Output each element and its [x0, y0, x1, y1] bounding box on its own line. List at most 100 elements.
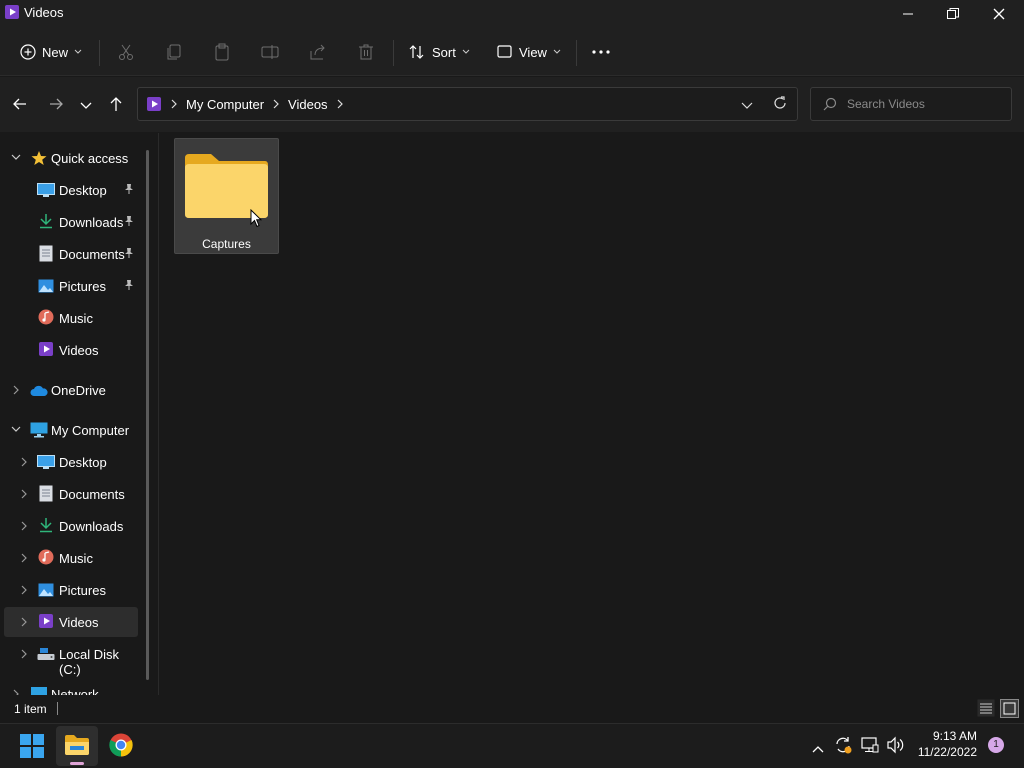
nav-quick-pictures[interactable]: Pictures	[4, 271, 138, 301]
address-bar[interactable]: My Computer Videos	[137, 87, 798, 121]
file-explorer-icon	[65, 735, 89, 755]
mouse-cursor	[250, 208, 263, 233]
sort-button[interactable]: Sort	[408, 36, 470, 68]
share-button[interactable]	[309, 36, 327, 68]
cut-button[interactable]	[117, 36, 135, 68]
nav-computer-documents[interactable]: Documents	[4, 479, 138, 509]
view-icon	[497, 45, 512, 58]
chevron-right-icon	[18, 584, 30, 596]
divider	[99, 40, 100, 66]
paste-icon	[215, 43, 229, 61]
details-view-button[interactable]	[977, 699, 995, 720]
nav-label: Videos	[59, 615, 99, 630]
notification-badge[interactable]: 1	[988, 737, 1004, 753]
refresh-button[interactable]	[773, 96, 787, 113]
restore-button[interactable]	[930, 0, 976, 28]
show-hidden-icons-button[interactable]	[812, 740, 824, 758]
chevron-right-icon	[18, 520, 30, 532]
nav-label: Desktop	[59, 183, 107, 198]
view-label: View	[519, 44, 547, 60]
divider	[576, 40, 577, 66]
copy-icon	[167, 44, 181, 60]
see-more-button[interactable]	[592, 36, 610, 68]
share-icon	[310, 44, 325, 60]
back-icon	[13, 98, 26, 110]
pictures-icon	[37, 581, 55, 599]
disk-icon	[37, 645, 55, 663]
chevron-down-icon	[10, 424, 22, 436]
nav-computer-videos[interactable]: Videos	[4, 607, 138, 637]
download-icon	[37, 516, 55, 534]
large-icons-view-button[interactable]	[1000, 699, 1019, 721]
desktop-icon	[37, 453, 55, 471]
nav-computer-pictures[interactable]: Pictures	[4, 575, 138, 605]
nav-quick-documents[interactable]: Documents	[4, 239, 138, 269]
nav-computer-local-disk[interactable]: Local Disk (C:)	[4, 639, 138, 677]
nav-quick-downloads[interactable]: Downloads	[4, 207, 138, 237]
window-title: Videos	[24, 5, 64, 20]
clock-time[interactable]: 9:13 AM	[915, 729, 977, 743]
refresh-icon	[774, 96, 786, 109]
nav-label: Pictures	[59, 279, 106, 294]
nav-quick-videos[interactable]: Videos	[4, 335, 138, 365]
status-bar: 1 item	[0, 695, 1024, 723]
pin-icon	[124, 183, 134, 198]
title-bar: Videos	[0, 0, 1024, 28]
start-button[interactable]	[20, 734, 44, 763]
nav-onedrive[interactable]: OneDrive	[4, 375, 138, 405]
chevron-down-icon	[10, 152, 22, 164]
nav-label: Documents	[59, 247, 125, 262]
music-icon	[37, 548, 55, 566]
breadcrumb-my-computer[interactable]: My Computer	[186, 97, 264, 112]
nav-quick-music[interactable]: Music	[4, 303, 138, 333]
divider	[393, 40, 394, 66]
minimize-button[interactable]	[885, 0, 931, 28]
nav-label: Network	[51, 687, 99, 695]
nav-computer-desktop[interactable]: Desktop	[4, 447, 138, 477]
network-tray-icon[interactable]	[861, 736, 879, 759]
sync-tray-icon[interactable]	[834, 736, 852, 759]
nav-network[interactable]: Network	[4, 679, 138, 695]
view-button[interactable]: View	[497, 36, 561, 68]
music-icon	[37, 308, 55, 326]
up-button[interactable]	[108, 96, 124, 117]
search-box[interactable]: Search Videos	[810, 87, 1012, 121]
new-button[interactable]: New	[20, 36, 82, 68]
back-button[interactable]	[12, 96, 28, 117]
file-explorer-taskbar-button[interactable]	[56, 726, 98, 766]
close-button[interactable]	[976, 0, 1022, 28]
chevron-down-icon	[74, 49, 82, 54]
folder-item[interactable]: Captures	[174, 138, 279, 254]
chevron-right-icon	[171, 99, 177, 109]
copy-button[interactable]	[165, 36, 183, 68]
chevron-down-icon	[553, 49, 561, 54]
chrome-icon	[109, 733, 133, 757]
nav-my-computer[interactable]: My Computer	[4, 415, 138, 445]
nav-quick-desktop[interactable]: Desktop	[4, 175, 138, 205]
volume-tray-icon[interactable]	[886, 736, 904, 759]
rename-icon	[261, 45, 279, 59]
nav-scrollbar[interactable]	[146, 150, 149, 680]
nav-quick-access[interactable]: Quick access	[4, 143, 138, 173]
details-view-icon	[977, 699, 995, 717]
rename-button[interactable]	[261, 36, 279, 68]
address-history-button[interactable]	[741, 99, 753, 114]
nav-label: Music	[59, 311, 93, 326]
videos-icon	[37, 612, 55, 630]
paste-button[interactable]	[213, 36, 231, 68]
file-view	[159, 133, 1024, 695]
clock-date[interactable]: 11/22/2022	[910, 745, 977, 759]
chevron-down-icon	[462, 49, 470, 54]
breadcrumb-videos[interactable]: Videos	[288, 97, 328, 112]
new-icon	[20, 44, 36, 60]
large-icons-view-icon	[1000, 699, 1019, 718]
chrome-taskbar-button[interactable]	[109, 733, 133, 762]
delete-button[interactable]	[357, 36, 375, 68]
forward-button[interactable]	[48, 96, 64, 117]
nav-computer-music[interactable]: Music	[4, 543, 138, 573]
maximize-icon	[947, 8, 959, 19]
nav-computer-downloads[interactable]: Downloads	[4, 511, 138, 541]
chevron-right-icon	[18, 552, 30, 564]
recent-locations-button[interactable]	[80, 98, 92, 116]
computer-icon	[30, 421, 48, 439]
